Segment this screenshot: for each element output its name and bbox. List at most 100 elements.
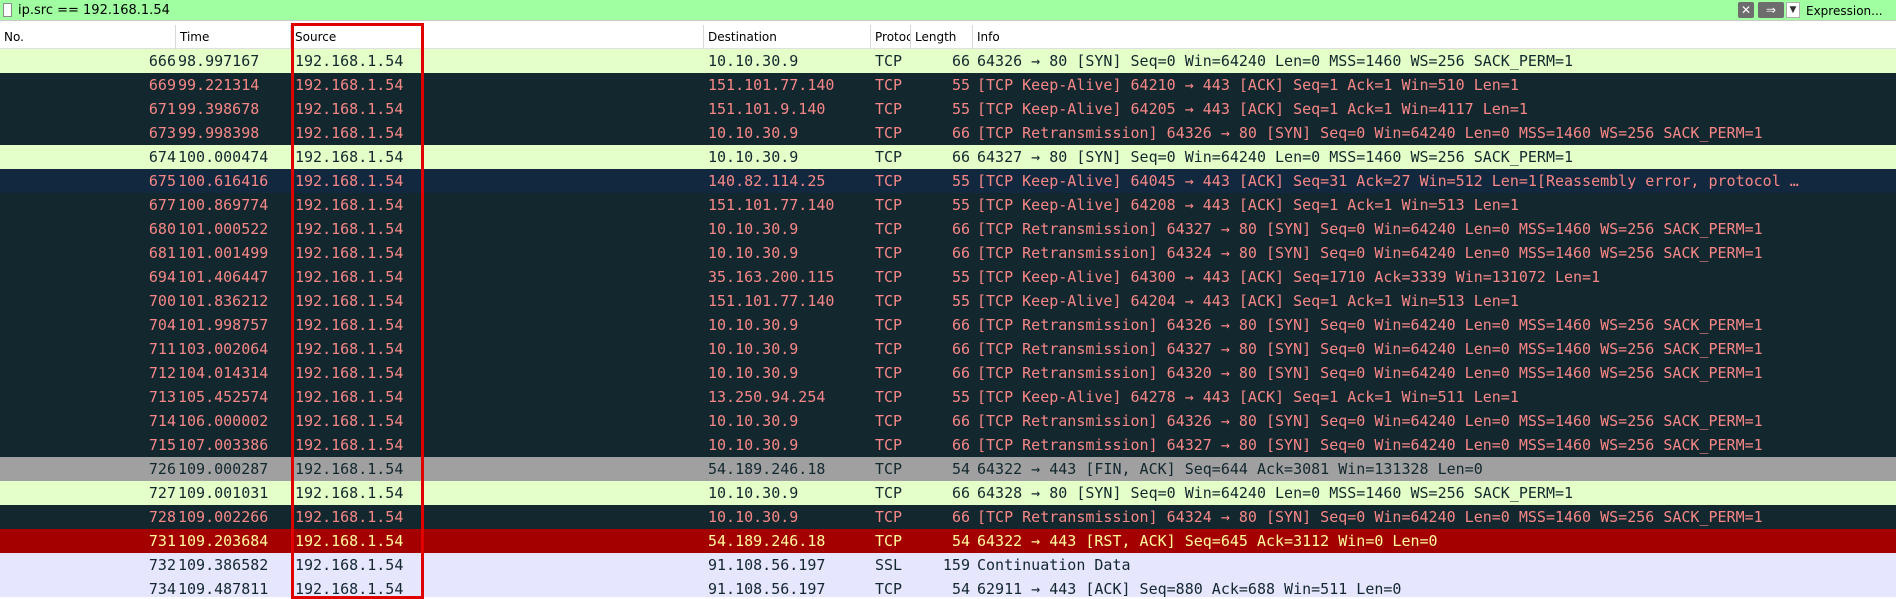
packet-row[interactable]: 714 106.000002 192.168.1.54 10.10.30.9 TCP 66… — [0, 409, 1896, 433]
packet-number: 674 — [148, 148, 176, 166]
packet-protocol: TCP — [875, 220, 903, 238]
packet-length: 66 — [951, 484, 970, 502]
clear-filter-icon[interactable]: ✕ — [1738, 2, 1754, 18]
column-header-length[interactable]: Length — [911, 25, 973, 49]
packet-info: Continuation Data — [977, 556, 1131, 574]
packet-row[interactable]: 728 109.002266 192.168.1.54 10.10.30.9 TCP 66… — [0, 505, 1896, 529]
packet-row[interactable]: 669 99.221314 192.168.1.54 151.101.77.140 TC… — [0, 73, 1896, 97]
packet-protocol: TCP — [875, 244, 903, 262]
packet-source: 192.168.1.54 — [295, 340, 404, 358]
column-header-info[interactable]: Info — [973, 25, 1896, 49]
packet-number: 731 — [148, 532, 176, 550]
column-header-no[interactable]: No. — [0, 25, 176, 49]
packet-source: 192.168.1.54 — [295, 76, 404, 94]
packet-length: 66 — [951, 412, 970, 430]
packet-row[interactable]: 700 101.836212 192.168.1.54 151.101.77.140 T… — [0, 289, 1896, 313]
packet-number: 680 — [148, 220, 176, 238]
packet-info: [TCP Keep-Alive] 64300 → 443 [ACK] Seq=1… — [977, 268, 1601, 286]
packet-protocol: TCP — [875, 52, 903, 70]
packet-destination: 91.108.56.197 — [708, 580, 826, 597]
packet-row[interactable]: 675 100.616416 192.168.1.54 140.82.114.25 TC… — [0, 169, 1896, 193]
packet-number: 727 — [148, 484, 176, 502]
packet-length: 66 — [951, 244, 970, 262]
packet-length: 55 — [951, 100, 970, 118]
display-filter-input[interactable] — [18, 1, 1738, 19]
packet-source: 192.168.1.54 — [295, 388, 404, 406]
packet-row[interactable]: 674 100.000474 192.168.1.54 10.10.30.9 TCP 66… — [0, 145, 1896, 169]
packet-protocol: SSL — [875, 556, 903, 574]
packet-row[interactable]: 732 109.386582 192.168.1.54 91.108.56.197 SS… — [0, 553, 1896, 577]
packet-length: 55 — [951, 388, 970, 406]
packet-row[interactable]: 671 99.398678 192.168.1.54 151.101.9.140 TCP… — [0, 97, 1896, 121]
packet-time: 105.452574 — [178, 388, 269, 406]
packet-source: 192.168.1.54 — [295, 484, 404, 502]
packet-time: 106.000002 — [178, 412, 269, 430]
packet-info: 64328 → 80 [SYN] Seq=0 Win=64240 Len=0 M… — [977, 484, 1574, 502]
packet-source: 192.168.1.54 — [295, 556, 404, 574]
packet-row[interactable]: 712 104.014314 192.168.1.54 10.10.30.9 TCP 66… — [0, 361, 1896, 385]
packet-protocol: TCP — [875, 196, 903, 214]
column-header-source[interactable]: Source — [291, 25, 704, 49]
packet-protocol: TCP — [875, 124, 903, 142]
packet-destination: 10.10.30.9 — [708, 484, 799, 502]
packet-length: 159 — [942, 556, 970, 574]
packet-row[interactable]: 727 109.001031 192.168.1.54 10.10.30.9 TCP 66… — [0, 481, 1896, 505]
packet-protocol: TCP — [875, 508, 903, 526]
packet-number: 715 — [148, 436, 176, 454]
packet-row[interactable]: 666 98.997167 192.168.1.54 10.10.30.9 TCP 66 6… — [0, 49, 1896, 73]
packet-destination: 10.10.30.9 — [708, 52, 799, 70]
packet-protocol: TCP — [875, 436, 903, 454]
packet-number: 734 — [148, 580, 176, 597]
packet-protocol: TCP — [875, 460, 903, 478]
packet-info: [TCP Keep-Alive] 64208 → 443 [ACK] Seq=1… — [977, 196, 1519, 214]
packet-number: 681 — [148, 244, 176, 262]
packet-time: 107.003386 — [178, 436, 269, 454]
packet-row[interactable]: 711 103.002064 192.168.1.54 10.10.30.9 TCP 66… — [0, 337, 1896, 361]
column-header-protocol[interactable]: Protocol — [871, 25, 911, 49]
packet-row[interactable]: 734 109.487811 192.168.1.54 91.108.56.197 TC… — [0, 577, 1896, 597]
display-filter-bar: ✕ ⇒ ▼ Expression... — [0, 0, 1896, 21]
packet-number: 671 — [148, 100, 176, 118]
packet-source: 192.168.1.54 — [295, 220, 404, 238]
filter-history-dropdown-icon[interactable]: ▼ — [1786, 2, 1800, 18]
packet-length: 54 — [951, 580, 970, 597]
packet-destination: 10.10.30.9 — [708, 220, 799, 238]
packet-source: 192.168.1.54 — [295, 412, 404, 430]
packet-row[interactable]: 731 109.203684 192.168.1.54 54.189.246.18 TC… — [0, 529, 1896, 553]
packet-number: 694 — [148, 268, 176, 286]
bookmark-icon[interactable] — [3, 3, 12, 17]
packet-source: 192.168.1.54 — [295, 148, 404, 166]
packet-destination: 10.10.30.9 — [708, 508, 799, 526]
packet-length: 66 — [951, 340, 970, 358]
packet-row[interactable]: 677 100.869774 192.168.1.54 151.101.77.140 T… — [0, 193, 1896, 217]
packet-row[interactable]: 726 109.000287 192.168.1.54 54.189.246.18 TC… — [0, 457, 1896, 481]
apply-filter-icon[interactable]: ⇒ — [1758, 2, 1784, 18]
packet-time: 100.869774 — [178, 196, 269, 214]
packet-source: 192.168.1.54 — [295, 436, 404, 454]
packet-row[interactable]: 704 101.998757 192.168.1.54 10.10.30.9 TCP 66… — [0, 313, 1896, 337]
packet-time: 101.001499 — [178, 244, 269, 262]
packet-row[interactable]: 681 101.001499 192.168.1.54 10.10.30.9 TCP 66… — [0, 241, 1896, 265]
packet-row[interactable]: 673 99.998398 192.168.1.54 10.10.30.9 TCP 66 [… — [0, 121, 1896, 145]
packet-row[interactable]: 713 105.452574 192.168.1.54 13.250.94.254 TC… — [0, 385, 1896, 409]
packet-info: 64327 → 80 [SYN] Seq=0 Win=64240 Len=0 M… — [977, 148, 1574, 166]
packet-number: 669 — [148, 76, 176, 94]
packet-info: 62911 → 443 [ACK] Seq=880 Ack=688 Win=51… — [977, 580, 1402, 597]
column-header-destination[interactable]: Destination — [704, 25, 871, 49]
packet-length: 55 — [951, 292, 970, 310]
packet-info: [TCP Retransmission] 64327 → 80 [SYN] Se… — [977, 220, 1763, 238]
packet-destination: 10.10.30.9 — [708, 124, 799, 142]
packet-info: [TCP Keep-Alive] 64045 → 443 [ACK] Seq=3… — [977, 172, 1799, 190]
packet-time: 109.002266 — [178, 508, 269, 526]
packet-number: 673 — [148, 124, 176, 142]
packet-number: 711 — [148, 340, 176, 358]
packet-list-header: No. Time Source Destination Protocol Len… — [0, 25, 1896, 49]
expression-button[interactable]: Expression... — [1806, 3, 1892, 19]
packet-info: [TCP Retransmission] 64327 → 80 [SYN] Se… — [977, 340, 1763, 358]
packet-row[interactable]: 715 107.003386 192.168.1.54 10.10.30.9 TCP 66… — [0, 433, 1896, 457]
packet-info: [TCP Retransmission] 64326 → 80 [SYN] Se… — [977, 124, 1763, 142]
packet-row[interactable]: 694 101.406447 192.168.1.54 35.163.200.115 T… — [0, 265, 1896, 289]
column-header-time[interactable]: Time — [176, 25, 291, 49]
packet-row[interactable]: 680 101.000522 192.168.1.54 10.10.30.9 TCP 66… — [0, 217, 1896, 241]
packet-time: 99.398678 — [178, 100, 260, 118]
